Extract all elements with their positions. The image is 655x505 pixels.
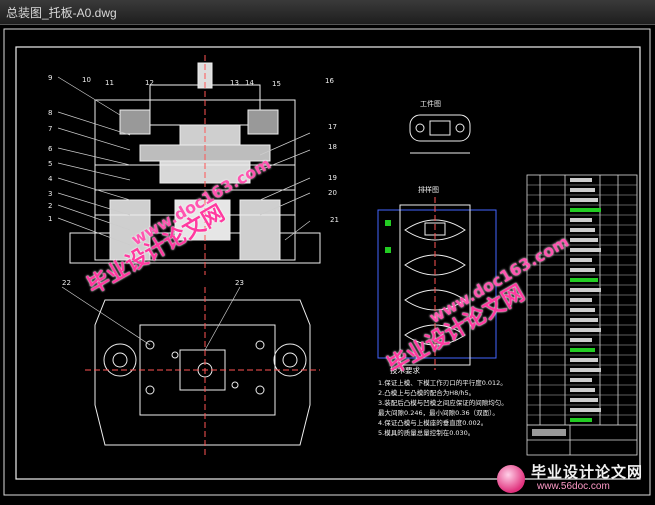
bom-cell-text: [570, 378, 592, 382]
bom-cell-text: [570, 368, 601, 372]
part-number: 17: [328, 123, 337, 131]
bom-cell-text: [570, 338, 592, 342]
part-number: 4: [48, 175, 53, 183]
bom-cell-text: [570, 308, 595, 312]
bom-cell-text: [570, 328, 601, 332]
brand-url: www.56doc.com: [537, 481, 610, 492]
bom-cell-text: [570, 278, 598, 282]
window-titlebar: 总装图_托板-A0.dwg: [0, 0, 655, 25]
note-line: 最大间隙0.246，最小间隙0.36（双面）。: [378, 408, 499, 417]
brand-name: 毕业设计论文网: [531, 463, 644, 481]
bom-cell-text: [570, 358, 598, 362]
bom-rows: [527, 178, 637, 426]
bom-cell-text: [570, 228, 595, 232]
part-number: 22: [62, 279, 71, 287]
bom-cell-text: [570, 208, 601, 212]
part-number: 7: [48, 125, 52, 133]
bom-cell-text: [570, 188, 595, 192]
part-number: 18: [328, 143, 337, 151]
window-title: 总装图_托板-A0.dwg: [6, 6, 117, 20]
note-line: 4.保证凸模与上模座的垂直度0.002。: [378, 418, 487, 427]
part-number: 11: [105, 79, 114, 87]
bom-cell-text: [570, 418, 592, 422]
view-label: 排样图: [418, 185, 439, 194]
part-number: 10: [82, 76, 91, 84]
part-number: 1: [48, 215, 52, 223]
part-number: 19: [328, 174, 337, 182]
note-line: 3.装配后凸模与凹模之间应保证的间隙均匀。: [378, 398, 508, 407]
bom-cell-text: [570, 288, 601, 292]
bom-cell-text: [570, 398, 598, 402]
part-number: 2: [48, 202, 52, 210]
bom-cell-text: [570, 238, 598, 242]
plan-view: [61, 286, 320, 455]
bom-footer: [527, 424, 637, 455]
bom-cell-text: [570, 348, 595, 352]
bom-cell-text: [570, 258, 592, 262]
bom-cell-text: [570, 318, 598, 322]
bom-cell-text: [570, 408, 601, 412]
part-number: 6: [48, 145, 53, 153]
part-number: 12: [145, 79, 154, 87]
part-number: 3: [48, 190, 52, 198]
part-number: 23: [235, 279, 244, 287]
view-label: 工件图: [420, 99, 441, 108]
note-line: 2.凸模上与凸模的配合为H8/h5。: [378, 388, 475, 397]
bom-cell-text: [570, 298, 592, 302]
bom-cell-text: [570, 268, 595, 272]
bom-cell-text: [570, 178, 592, 182]
part-number: 21: [330, 216, 339, 224]
bom-cell-text: [570, 388, 595, 392]
part-number: 13: [230, 79, 239, 87]
part-number: 8: [48, 109, 52, 117]
bom-cell-text: [570, 248, 601, 252]
part-number: 14: [245, 79, 254, 87]
brand-logo-icon: [497, 465, 525, 493]
part-number: 20: [328, 189, 337, 197]
part-number: 9: [48, 74, 52, 82]
bom-cell-text: [570, 218, 592, 222]
part-number: 16: [325, 77, 334, 85]
workpiece-view: 工件图: [409, 99, 471, 154]
brand-logo: 毕业设计论文网 www.56doc.com: [497, 459, 647, 497]
part-number: 15: [272, 80, 281, 88]
note-line: 5.模具的质量总量控制在0.030。: [378, 428, 474, 437]
bom-cell-text: [570, 198, 598, 202]
part-number: 5: [48, 160, 52, 168]
